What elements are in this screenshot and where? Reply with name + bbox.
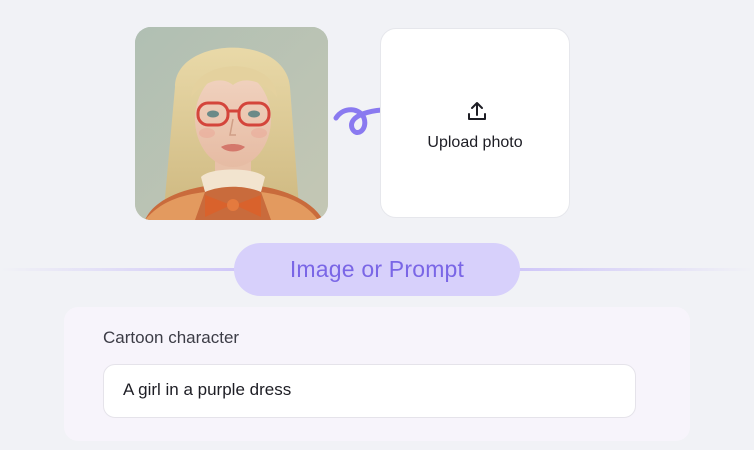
portrait-image <box>135 27 328 220</box>
upload-photo-button[interactable]: Upload photo <box>380 28 570 218</box>
divider-right <box>515 268 754 271</box>
prompt-input-value: A girl in a purple dress <box>123 380 292 399</box>
prompt-label: Cartoon character <box>103 328 240 347</box>
upload-icon <box>468 102 486 120</box>
prompt-input[interactable]: A girl in a purple dress <box>103 364 636 418</box>
divider-left <box>0 268 240 271</box>
image-or-prompt-pill: Image or Prompt <box>234 243 520 296</box>
sample-portrait-image[interactable] <box>135 27 328 220</box>
prompt-panel: Cartoon character A girl in a purple dre… <box>64 307 690 441</box>
upload-photo-label: Upload photo <box>427 134 523 151</box>
